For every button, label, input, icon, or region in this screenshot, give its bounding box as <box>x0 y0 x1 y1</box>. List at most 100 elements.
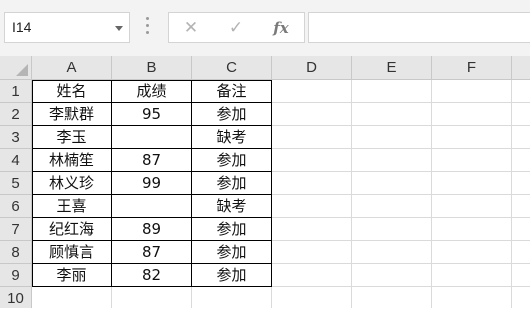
cell-a8[interactable]: 顾慎言 <box>32 241 112 264</box>
cell-d1[interactable] <box>272 80 352 103</box>
cell-d5[interactable] <box>272 172 352 195</box>
cell-c6[interactable]: 缺考 <box>192 195 272 218</box>
cell-b2[interactable]: 95 <box>112 103 192 126</box>
cell-g7[interactable] <box>512 218 530 241</box>
name-box[interactable]: I14 <box>4 12 130 43</box>
cell-f5[interactable] <box>432 172 512 195</box>
cell-g4[interactable] <box>512 149 530 172</box>
cell-b4[interactable]: 87 <box>112 149 192 172</box>
cell-g6[interactable] <box>512 195 530 218</box>
cell-d10[interactable] <box>272 287 352 308</box>
cell-b8[interactable]: 87 <box>112 241 192 264</box>
column-header-f[interactable]: F <box>432 56 512 80</box>
select-all-button[interactable] <box>0 56 32 80</box>
cell-e4[interactable] <box>352 149 432 172</box>
cell-d8[interactable] <box>272 241 352 264</box>
cell-f8[interactable] <box>432 241 512 264</box>
cell-a10[interactable] <box>32 287 112 308</box>
row-header-8[interactable]: 8 <box>0 241 32 264</box>
cell-b5[interactable]: 99 <box>112 172 192 195</box>
cell-a7[interactable]: 纪红海 <box>32 218 112 241</box>
cell-b7[interactable]: 89 <box>112 218 192 241</box>
cell-e3[interactable] <box>352 126 432 149</box>
row-header-3[interactable]: 3 <box>0 126 32 149</box>
name-box-value: I14 <box>12 19 32 35</box>
cell-a6[interactable]: 王喜 <box>32 195 112 218</box>
cell-b6[interactable] <box>112 195 192 218</box>
cell-g8[interactable] <box>512 241 530 264</box>
cell-a5[interactable]: 林义珍 <box>32 172 112 195</box>
cell-c8[interactable]: 参加 <box>192 241 272 264</box>
cell-e6[interactable] <box>352 195 432 218</box>
cell-e2[interactable] <box>352 103 432 126</box>
insert-function-icon[interactable]: fx <box>269 17 293 39</box>
cell-d6[interactable] <box>272 195 352 218</box>
drag-handle-icon[interactable] <box>146 17 150 37</box>
cell-d7[interactable] <box>272 218 352 241</box>
row-header-1[interactable]: 1 <box>0 80 32 103</box>
cell-e7[interactable] <box>352 218 432 241</box>
cell-c4[interactable]: 参加 <box>192 149 272 172</box>
column-header-d[interactable]: D <box>272 56 352 80</box>
cell-c2[interactable]: 参加 <box>192 103 272 126</box>
row-header-10[interactable]: 10 <box>0 287 32 308</box>
cancel-icon[interactable]: ✕ <box>179 17 203 39</box>
cell-e5[interactable] <box>352 172 432 195</box>
cell-e1[interactable] <box>352 80 432 103</box>
cell-b3[interactable] <box>112 126 192 149</box>
chevron-down-icon[interactable] <box>115 26 123 31</box>
row-header-5[interactable]: 5 <box>0 172 32 195</box>
cell-d3[interactable] <box>272 126 352 149</box>
cell-a3[interactable]: 李玉 <box>32 126 112 149</box>
cell-f9[interactable] <box>432 264 512 287</box>
formula-buttons: ✕ ✓ fx <box>168 12 305 43</box>
cell-b9[interactable]: 82 <box>112 264 192 287</box>
formula-bar-input[interactable] <box>308 12 530 43</box>
cell-d9[interactable] <box>272 264 352 287</box>
cell-b1[interactable]: 成绩 <box>112 80 192 103</box>
cell-a1[interactable]: 姓名 <box>32 80 112 103</box>
cell-g1[interactable] <box>512 80 530 103</box>
cell-f1[interactable] <box>432 80 512 103</box>
cell-f4[interactable] <box>432 149 512 172</box>
cell-e10[interactable] <box>352 287 432 308</box>
row-header-6[interactable]: 6 <box>0 195 32 218</box>
enter-icon[interactable]: ✓ <box>224 17 248 39</box>
select-all-triangle-icon <box>16 64 28 76</box>
column-header-c[interactable]: C <box>192 56 272 80</box>
cell-c10[interactable] <box>192 287 272 308</box>
cell-d2[interactable] <box>272 103 352 126</box>
cell-e9[interactable] <box>352 264 432 287</box>
cell-e8[interactable] <box>352 241 432 264</box>
cell-c3[interactable]: 缺考 <box>192 126 272 149</box>
row-header-2[interactable]: 2 <box>0 103 32 126</box>
cell-b10[interactable] <box>112 287 192 308</box>
cell-a9[interactable]: 李丽 <box>32 264 112 287</box>
cell-g10[interactable] <box>512 287 530 308</box>
cell-a4[interactable]: 林楠笙 <box>32 149 112 172</box>
column-header-a[interactable]: A <box>32 56 112 80</box>
cell-f2[interactable] <box>432 103 512 126</box>
cell-g3[interactable] <box>512 126 530 149</box>
cell-g5[interactable] <box>512 172 530 195</box>
cell-f7[interactable] <box>432 218 512 241</box>
column-header-g[interactable] <box>512 56 530 80</box>
cell-a2[interactable]: 李默群 <box>32 103 112 126</box>
cell-c9[interactable]: 参加 <box>192 264 272 287</box>
cell-g9[interactable] <box>512 264 530 287</box>
row-header-4[interactable]: 4 <box>0 149 32 172</box>
cell-c1[interactable]: 备注 <box>192 80 272 103</box>
spreadsheet-grid: A B C D E F 1 姓名 成绩 备注 2 李默群 95 参加 3 李玉 … <box>0 56 530 308</box>
row-header-7[interactable]: 7 <box>0 218 32 241</box>
formula-toolbar: I14 ✕ ✓ fx <box>0 0 530 56</box>
row-header-9[interactable]: 9 <box>0 264 32 287</box>
cell-f6[interactable] <box>432 195 512 218</box>
column-header-e[interactable]: E <box>352 56 432 80</box>
cell-c7[interactable]: 参加 <box>192 218 272 241</box>
cell-g2[interactable] <box>512 103 530 126</box>
cell-c5[interactable]: 参加 <box>192 172 272 195</box>
column-header-b[interactable]: B <box>112 56 192 80</box>
cell-f10[interactable] <box>432 287 512 308</box>
cell-f3[interactable] <box>432 126 512 149</box>
cell-d4[interactable] <box>272 149 352 172</box>
